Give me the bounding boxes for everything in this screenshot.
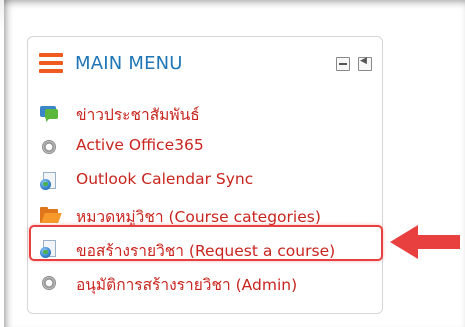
web-page-icon bbox=[40, 172, 60, 190]
menu-item-news[interactable]: ข่าวประชาสัมพันธ์ bbox=[40, 97, 374, 131]
chat-icon bbox=[40, 104, 60, 122]
menu-item-label[interactable]: Active Office365 bbox=[76, 136, 204, 154]
menu-item-approve-course-admin[interactable]: อนุมัติการสร้างรายวิชา (Admin) bbox=[40, 267, 374, 301]
gear-icon bbox=[40, 138, 60, 156]
hamburger-menu-icon bbox=[39, 53, 63, 73]
block-title: MAIN MENU bbox=[75, 53, 183, 74]
gear-icon bbox=[40, 274, 60, 292]
minimize-icon[interactable] bbox=[335, 57, 350, 71]
pointer-arrow-icon bbox=[390, 225, 460, 259]
main-menu-list: ข่าวประชาสัมพันธ์ Active Office365 Outlo… bbox=[40, 97, 374, 301]
block-controls bbox=[333, 56, 372, 71]
main-menu-block: MAIN MENU ข่าวประชาสัมพันธ์ Active Offic… bbox=[27, 36, 383, 314]
menu-item-outlook-calendar-sync[interactable]: Outlook Calendar Sync bbox=[40, 165, 374, 199]
folder-icon bbox=[40, 206, 62, 224]
menu-item-label[interactable]: ข่าวประชาสัมพันธ์ bbox=[76, 102, 200, 127]
menu-item-active-office365[interactable]: Active Office365 bbox=[40, 131, 374, 165]
highlight-box bbox=[29, 225, 383, 261]
block-header: MAIN MENU bbox=[39, 51, 372, 77]
menu-item-label[interactable]: อนุมัติการสร้างรายวิชา (Admin) bbox=[76, 272, 297, 297]
menu-item-label[interactable]: Outlook Calendar Sync bbox=[76, 170, 253, 188]
dock-icon[interactable] bbox=[358, 56, 372, 71]
